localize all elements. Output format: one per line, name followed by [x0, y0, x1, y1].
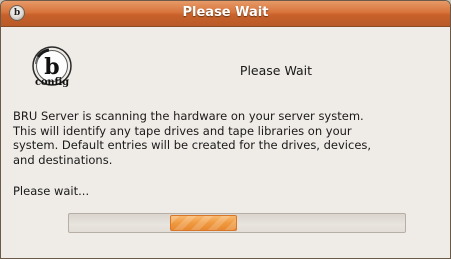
window-title: Please Wait [182, 5, 269, 20]
message-text: BRU Server is scanning the hardware on y… [13, 109, 433, 167]
message-line: system. Default entries will be created … [13, 138, 372, 152]
message-line: and destinations. [13, 152, 113, 167]
message-line: BRU Server is scanning the hardware on y… [13, 109, 364, 123]
dialog-heading: Please Wait [239, 63, 313, 78]
message-line: This will identify any tape drives and t… [13, 123, 352, 138]
progress-indicator [170, 215, 237, 231]
logo-word: config [35, 77, 69, 88]
dialog-content: b config Please Wait BRU Server is scann… [1, 27, 450, 258]
title-bar[interactable]: b Please Wait [1, 1, 450, 27]
progress-bar [68, 213, 406, 233]
please-wait-dialog: b Please Wait b config Please Wait BRU S… [0, 0, 451, 259]
wait-label: Please wait... [13, 184, 90, 198]
